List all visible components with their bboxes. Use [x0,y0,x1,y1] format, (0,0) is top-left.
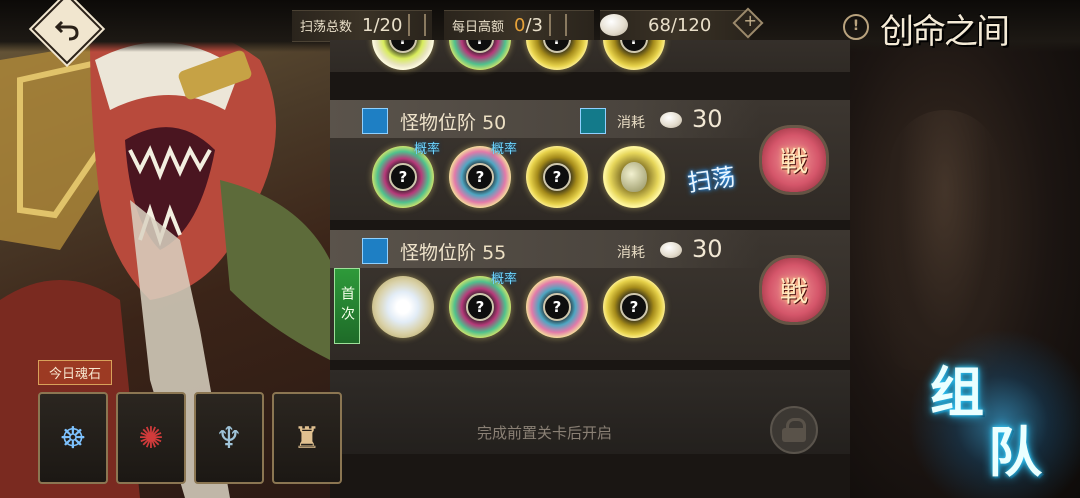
bonus-seal-icon [580,108,606,134]
daily-quota: 每日高额 0 /3 [452,12,567,38]
currency-coin-icon [600,14,628,36]
mech-monster-icon: ☸ [59,420,87,456]
cost-value: 30 [692,235,723,263]
drop-orb[interactable]: ? [526,276,588,338]
probability-tag: 概率 [490,142,517,157]
previous-drops: ? ? ? ? [372,40,665,70]
team-label-1: 组 [930,360,984,424]
drop-orb[interactable]: ? [372,40,434,70]
today-soulstone-label: 今日魂石 [38,360,113,385]
stage-name: 怪物位阶 [400,112,477,134]
stage-row-50[interactable]: 怪物位阶 50 消耗 30 ? 概率 ? 概率 ? 扫荡 戦 [330,100,850,220]
daily-max: /3 [525,14,543,36]
currency-value: 68/120 [648,14,712,36]
soulstone-slot[interactable]: ♜ [272,392,342,484]
soulstone-list: ☸ ✺ ♆ ♜ [38,392,342,484]
soulstone-slot[interactable]: ♆ [194,392,264,484]
daily-current: 0 [514,14,526,36]
back-arrow-icon [44,6,90,52]
cost-coin-icon [660,242,682,258]
sweep-button[interactable]: 扫荡 [676,142,746,212]
drop-orb[interactable]: ? 概率 [372,142,440,208]
stage-list[interactable]: ? ? ? ? 怪物位阶 50 消耗 30 ?概率 ?概率 ? 扫荡 戦 怪物位… [330,40,850,498]
battle-button[interactable]: 戦 [762,128,826,192]
cost-coin-icon [660,112,682,128]
currency: 68/120 [600,12,711,38]
stage-seal-icon [362,108,388,134]
soulstone-slot[interactable]: ☸ [38,392,108,484]
drop-potion-icon[interactable] [603,146,665,208]
cost-label: 消耗 [617,245,645,261]
lock-icon [770,406,818,454]
probability-tag: 概率 [490,272,517,287]
stage-row-55[interactable]: 怪物位阶 55 消耗 30 首次 ? ?概率 ? ? 戦 [330,230,850,360]
sweep-count-label: 扫荡总数 [300,19,353,35]
info-button[interactable]: ! [843,14,869,40]
stage-row-previous: ? ? ? ? [330,40,850,72]
stage-title: 怪物位阶 50 [400,108,506,135]
red-monster-icon: ✺ [138,420,164,456]
stage-drops: ? ?概率 ? ? [372,272,665,338]
cost-label: 消耗 [617,115,645,131]
sweep-count-value: 1/20 [362,14,403,36]
stage-level: 55 [482,242,507,264]
stage-level: 50 [482,112,507,134]
stage-drops: ? 概率 ? 概率 ? 扫荡 [372,142,742,208]
robed-monster-icon: ♜ [293,420,321,456]
stage-title: 怪物位阶 55 [400,238,506,265]
cost-value: 30 [692,105,723,133]
team-button[interactable]: 组 队 [926,360,1056,490]
team-label-2: 队 [988,420,1042,484]
sweep-count: 扫荡总数 1/20 [300,12,427,38]
drop-star-orb[interactable]: ? [372,276,434,338]
page-title: 创命之间 [880,12,1010,52]
drop-orb[interactable]: ? 概率 [449,142,517,208]
drop-orb[interactable]: ? [603,276,665,338]
soulstone-slot[interactable]: ✺ [116,392,186,484]
locked-message: 完成前置关卡后开启 [477,424,613,442]
locked-stage-row: 完成前置关卡后开启 [330,370,850,454]
drop-orb[interactable]: ? [449,40,511,70]
first-clear-badge: 首次 [334,268,360,344]
drop-orb[interactable]: ? 概率 [449,272,517,338]
battle-button[interactable]: 戦 [762,258,826,322]
drop-orb[interactable]: ? [526,40,588,70]
blue-monster-icon: ♆ [215,420,243,456]
stage-name: 怪物位阶 [400,242,477,264]
drop-orb[interactable]: ? [603,40,665,70]
stage-seal-icon [362,238,388,264]
sweep-add-icon[interactable] [408,14,427,36]
daily-label: 每日高额 [452,19,505,35]
probability-tag: 概率 [413,142,440,157]
daily-add-icon[interactable] [549,14,567,36]
drop-orb[interactable]: ? [526,146,588,208]
